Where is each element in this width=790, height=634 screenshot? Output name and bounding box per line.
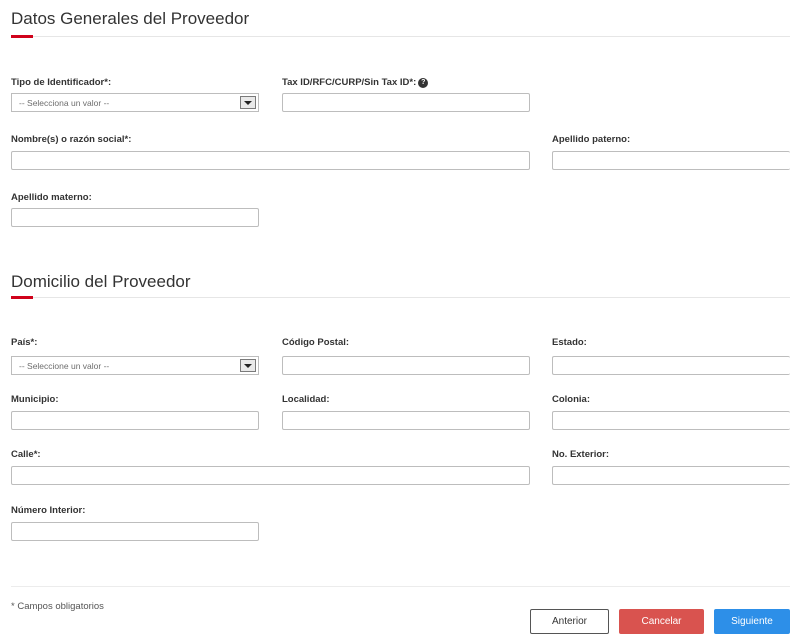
- tax-id-label-text: Tax ID/RFC/CURP/Sin Tax ID*:: [282, 77, 417, 88]
- nombre-label: Nombre(s) o razón social*:: [11, 134, 132, 145]
- tipo-identificador-select[interactable]: -- Selecciona un valor --: [11, 93, 259, 112]
- municipio-label: Municipio:: [11, 394, 59, 405]
- apellido-paterno-input[interactable]: [552, 151, 790, 170]
- cancelar-button[interactable]: Cancelar: [619, 609, 704, 634]
- anterior-button[interactable]: Anterior: [530, 609, 609, 634]
- question-circle-icon[interactable]: ?: [418, 77, 429, 88]
- localidad-label: Localidad:: [282, 394, 330, 405]
- pais-select[interactable]: -- Seleccione un valor --: [11, 356, 259, 375]
- calle-input[interactable]: [11, 466, 530, 485]
- codigo-postal-label: Código Postal:: [282, 337, 350, 348]
- pais-value: -- Seleccione un valor --: [19, 360, 110, 371]
- footer-divider: [11, 586, 790, 587]
- siguiente-button[interactable]: Siguiente: [714, 609, 790, 634]
- section-divider: [11, 297, 790, 298]
- apellido-materno-input[interactable]: [11, 208, 259, 227]
- section-accent-bar: [11, 296, 33, 299]
- chevron-down-icon[interactable]: [240, 359, 256, 372]
- pais-label: País*:: [11, 337, 38, 348]
- tipo-identificador-label: Tipo de Identificador*:: [11, 77, 112, 88]
- colonia-label: Colonia:: [552, 394, 590, 405]
- codigo-postal-input[interactable]: [282, 356, 530, 375]
- estado-label: Estado:: [552, 337, 587, 348]
- estado-input[interactable]: [552, 356, 790, 375]
- no-exterior-input[interactable]: [552, 466, 790, 485]
- calle-label: Calle*:: [11, 449, 41, 460]
- section-divider: [11, 36, 790, 37]
- municipio-input[interactable]: [11, 411, 259, 430]
- tax-id-input[interactable]: [282, 93, 530, 112]
- localidad-input[interactable]: [282, 411, 530, 430]
- section-title-general: Datos Generales del Proveedor: [11, 9, 250, 28]
- section-title-domicilio: Domicilio del Proveedor: [11, 272, 191, 291]
- chevron-down-icon[interactable]: [240, 96, 256, 109]
- apellido-materno-label: Apellido materno:: [11, 192, 92, 203]
- numero-interior-input[interactable]: [11, 522, 259, 541]
- required-fields-note: * Campos obligatorios: [11, 601, 104, 612]
- nombre-input[interactable]: [11, 151, 530, 170]
- tipo-identificador-value: -- Selecciona un valor --: [19, 97, 110, 108]
- tax-id-label: Tax ID/RFC/CURP/Sin Tax ID*:?: [282, 77, 429, 88]
- numero-interior-label: Número Interior:: [11, 505, 86, 516]
- colonia-input[interactable]: [552, 411, 790, 430]
- section-accent-bar: [11, 35, 33, 38]
- no-exterior-label: No. Exterior:: [552, 449, 610, 460]
- apellido-paterno-label: Apellido paterno:: [552, 134, 631, 145]
